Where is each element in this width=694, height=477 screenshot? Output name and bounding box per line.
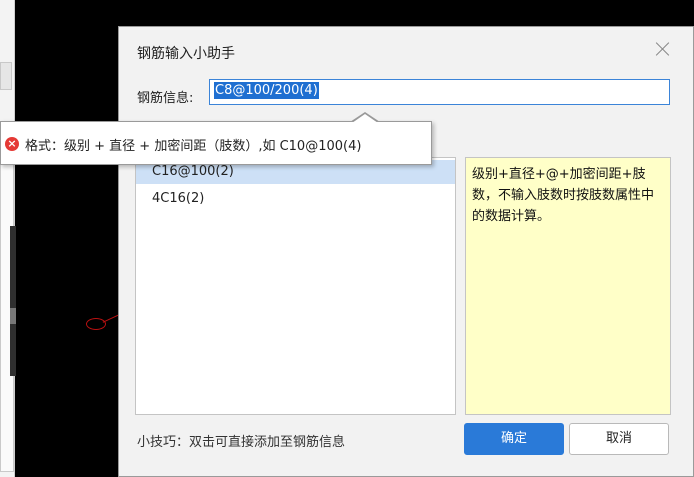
close-icon[interactable] — [655, 41, 671, 57]
tooltip-arrow-fill — [352, 114, 378, 123]
splitter-handle[interactable] — [10, 308, 16, 324]
error-icon: × — [5, 137, 19, 151]
rebar-info-value: C8@100/200(4) — [214, 82, 319, 99]
background-panel-box — [0, 62, 12, 90]
tooltip-text: 格式：级别 + 直径 + 加密间距（肢数）,如 C10@100(4) — [25, 139, 362, 154]
format-tooltip: × 格式：级别 + 直径 + 加密间距（肢数）,如 C10@100(4) — [0, 121, 432, 165]
list-item[interactable]: 4C16(2) — [136, 187, 455, 211]
ok-button[interactable]: 确定 — [464, 423, 564, 455]
rebar-preset-list[interactable]: C16@100(2) 4C16(2) — [135, 157, 456, 415]
background-splitter — [10, 226, 16, 376]
cancel-button[interactable]: 取消 — [569, 423, 669, 455]
rebar-info-label: 钢筋信息: — [137, 91, 194, 106]
rebar-info-input[interactable]: C8@100/200(4) — [209, 79, 670, 105]
cad-drawing-line — [102, 314, 120, 323]
cad-drawing-ellipse — [86, 318, 106, 330]
dialog-title: 钢筋输入小助手 — [137, 46, 235, 62]
format-description: 级别+直径+@+加密间距+肢数，不输入肢数时按肢数属性中的数据计算。 — [465, 157, 671, 415]
rebar-input-dialog: 钢筋输入小助手 钢筋信息: C8@100/200(4) C16@100(2) 4… — [118, 26, 694, 477]
tip-text: 小技巧：双击可直接添加至钢筋信息 — [137, 435, 346, 450]
